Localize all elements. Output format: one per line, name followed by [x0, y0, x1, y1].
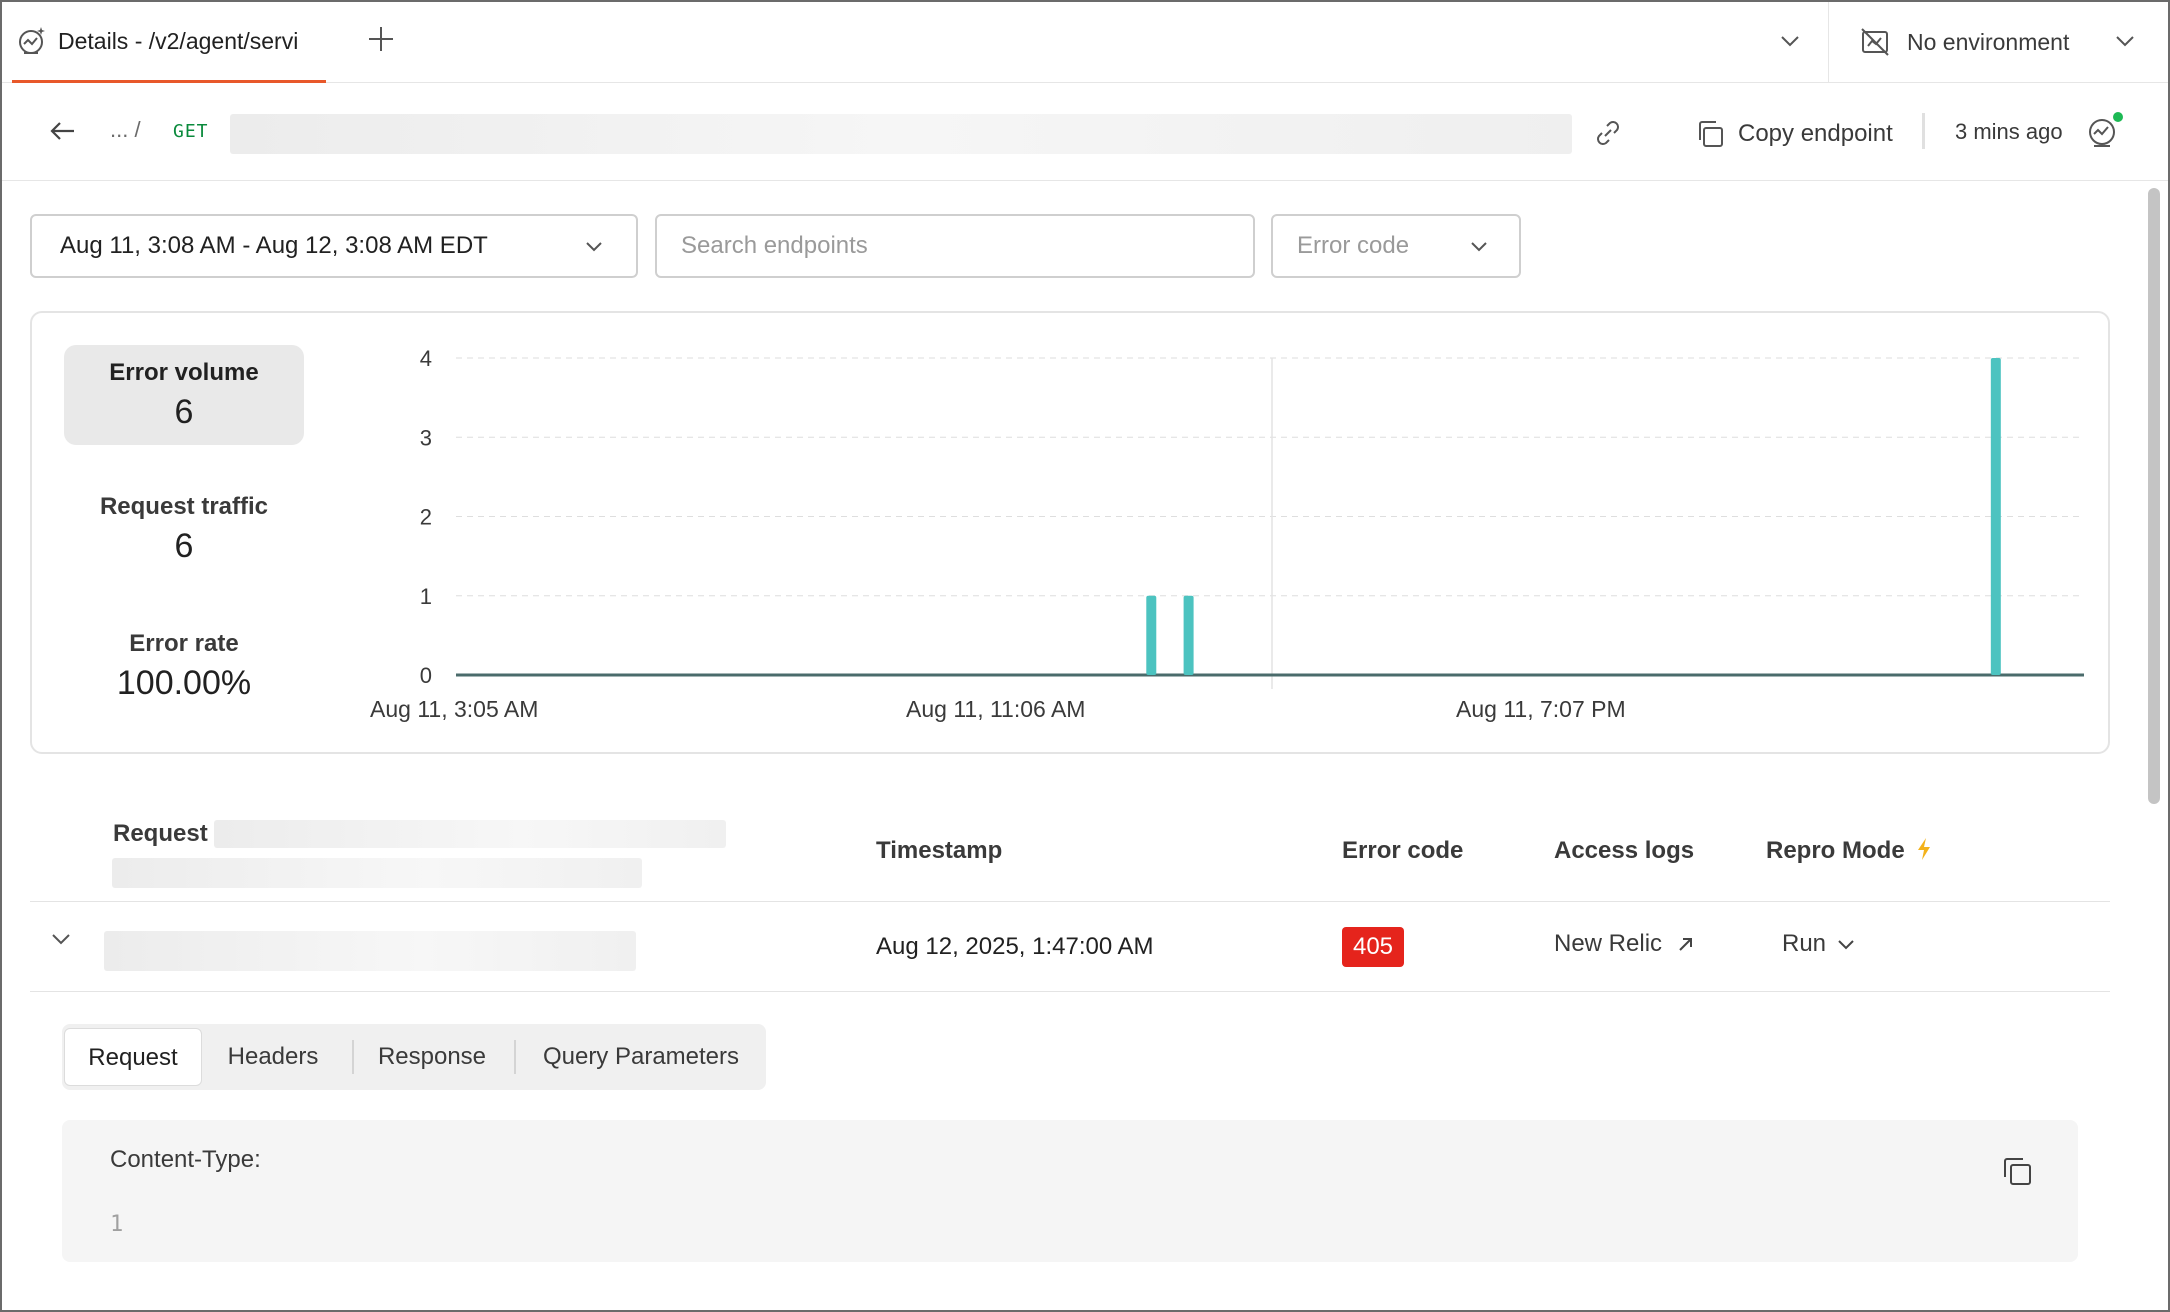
tab-title: Details - /v2/agent/servi — [58, 27, 299, 54]
divider — [1828, 2, 1829, 82]
divider — [352, 1040, 354, 1074]
metric-value: 6 — [174, 527, 194, 565]
metric-value: 100.00% — [116, 664, 252, 702]
x-tick-label: Aug 11, 11:06 AM — [906, 696, 1085, 722]
new-tab-button[interactable] — [366, 24, 396, 60]
run-label: Run — [1782, 930, 1827, 957]
app-window: Details - /v2/agent/servi No environment… — [0, 0, 2170, 1312]
tab-headers[interactable]: Headers — [208, 1028, 338, 1086]
line-number: 1 — [110, 1212, 124, 1237]
y-tick-label: 4 — [420, 346, 432, 371]
plus-icon — [369, 27, 393, 51]
date-range-picker[interactable]: Aug 11, 3:08 AM - Aug 12, 3:08 AM EDT — [30, 214, 638, 278]
copy-endpoint-label: Copy endpoint — [1738, 120, 1893, 147]
error-volume-chart: 0 1 2 3 4 Aug 11, 3:05 AM Aug 11, 11:06 AM Aug … — [332, 323, 2092, 743]
column-header-error-code: Error code — [1342, 837, 1464, 864]
external-link-icon — [1679, 938, 1693, 951]
metric-error-volume[interactable]: Error volume 6 — [64, 345, 304, 445]
error-code-select[interactable]: Error code — [1271, 214, 1521, 278]
tab-request[interactable]: Request — [64, 1028, 202, 1086]
tab-query-parameters[interactable]: Query Parameters — [522, 1028, 760, 1086]
x-tick-label: Aug 11, 7:07 PM — [1456, 696, 1626, 722]
tabs-dropdown-chevron-icon[interactable] — [1775, 26, 1805, 56]
environment-label: No environment — [1907, 28, 2070, 55]
row-timestamp: Aug 12, 2025, 1:47:00 AM — [876, 933, 1154, 960]
environment-selector[interactable]: No environment — [1859, 22, 2069, 62]
request-placeholder — [104, 931, 636, 971]
monitor-icon — [19, 27, 45, 54]
chart-bar — [1183, 595, 1194, 675]
y-tick-label: 0 — [420, 663, 432, 688]
request-placeholder — [214, 820, 726, 848]
x-tick-label: Aug 11, 3:05 AM — [370, 696, 538, 722]
no-environment-icon — [1861, 28, 1889, 56]
chart-svg: 0 1 2 3 4 Aug 11, 3:05 AM Aug 11, 11:06 AM Aug … — [370, 346, 2084, 722]
divider — [30, 991, 2110, 992]
divider — [514, 1040, 516, 1074]
chevron-down-icon[interactable] — [48, 926, 74, 952]
copy-icon[interactable] — [2000, 1154, 2034, 1188]
chevron-down-icon — [1471, 242, 1487, 252]
request-header: ... / GET Copy endpoint 3 mins ago — [2, 83, 2168, 181]
copy-endpoint-button[interactable]: Copy endpoint — [1694, 114, 1893, 154]
copy-icon — [1699, 121, 1723, 147]
metric-request-traffic[interactable]: Request traffic 6 — [64, 493, 304, 566]
chart-bar — [1146, 595, 1157, 675]
scrollbar-thumb[interactable] — [2148, 188, 2160, 804]
content-type-label: Content-Type: — [110, 1146, 261, 1173]
tab-bar: Details - /v2/agent/servi No environment — [2, 2, 2168, 83]
metric-label: Error volume — [109, 359, 259, 386]
metric-label: Error rate — [129, 630, 239, 657]
date-range-value: Aug 11, 3:08 AM - Aug 12, 3:08 AM EDT — [60, 232, 488, 259]
endpoint-url-placeholder — [230, 114, 1572, 154]
new-relic-link[interactable]: New Relic — [1554, 930, 1698, 958]
environment-chevron-icon[interactable] — [2110, 26, 2140, 56]
back-arrow-icon[interactable] — [46, 115, 78, 147]
repro-mode-label: Repro Mode — [1766, 837, 1905, 864]
chart-bar — [1990, 358, 2001, 675]
column-header-timestamp: Timestamp — [876, 837, 1003, 864]
metric-value: 6 — [174, 393, 194, 431]
y-tick-label: 2 — [420, 505, 432, 530]
error-code-badge: 405 — [1342, 927, 1404, 967]
column-header-access-logs: Access logs — [1554, 837, 1695, 864]
y-tick-label: 1 — [420, 584, 432, 609]
detail-tabs: Request Headers Response Query Parameter… — [62, 1024, 766, 1090]
monitor-status-icon[interactable] — [2084, 111, 2124, 151]
link-icon[interactable] — [1592, 117, 1624, 149]
divider — [1922, 113, 1925, 149]
chevron-down-icon — [586, 242, 602, 252]
last-updated: 3 mins ago — [1955, 119, 2063, 144]
chevron-down-icon — [1838, 940, 1854, 950]
metric-label: Request traffic — [99, 493, 269, 520]
error-code-placeholder: Error code — [1297, 232, 1410, 259]
column-header-repro-mode: Repro Mode — [1766, 837, 1933, 865]
request-body-panel: Content-Type: 1 — [62, 1120, 2078, 1262]
tab-response[interactable]: Response — [360, 1028, 504, 1086]
y-tick-label: 3 — [420, 425, 432, 450]
metric-error-rate[interactable]: Error rate 100.00% — [64, 630, 304, 703]
breadcrumb[interactable]: ... / — [110, 117, 141, 143]
tab-details[interactable]: Details - /v2/agent/servi — [12, 2, 326, 83]
access-logs-label: New Relic — [1554, 930, 1663, 957]
http-method: GET — [173, 121, 209, 142]
run-repro-button[interactable]: Run — [1782, 930, 1858, 958]
search-endpoints-input[interactable] — [655, 214, 1255, 278]
request-placeholder — [112, 858, 642, 888]
error-chart-card: Error volume 6 Request traffic 6 Error r… — [30, 311, 2110, 754]
lightning-icon — [1918, 838, 1931, 860]
column-header-request: Request — [113, 820, 208, 847]
divider — [30, 901, 2110, 902]
